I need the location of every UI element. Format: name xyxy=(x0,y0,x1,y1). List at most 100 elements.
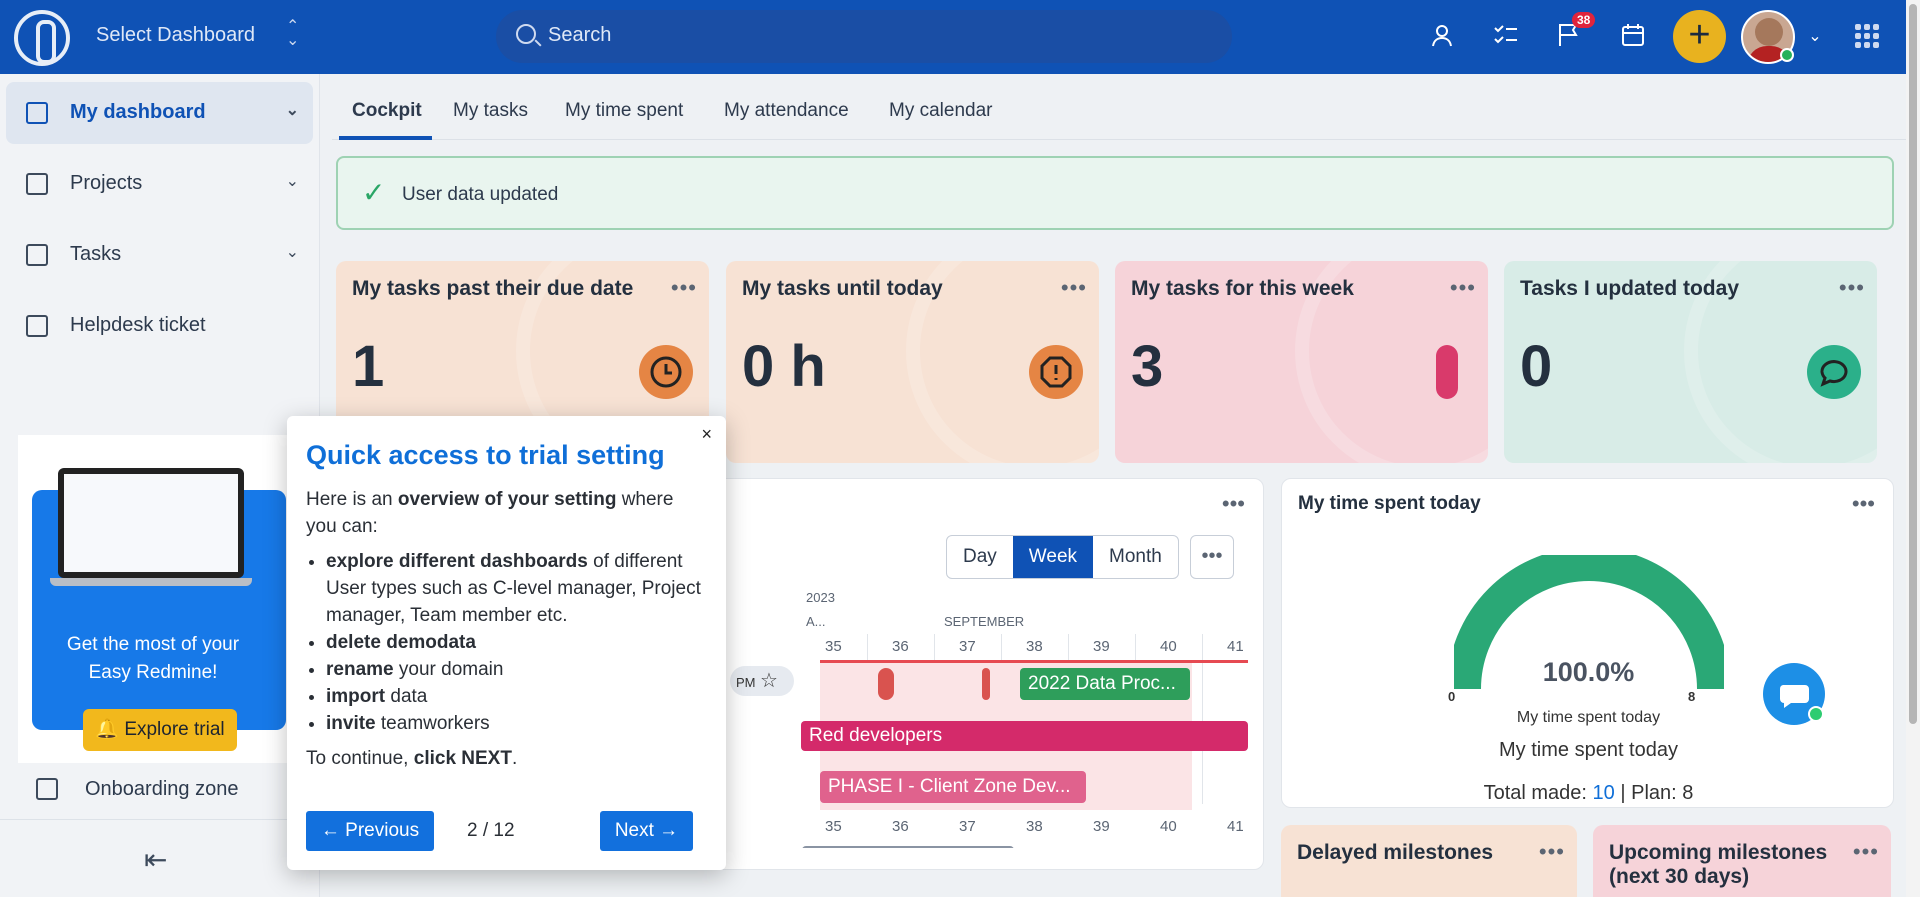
flash-text: User data updated xyxy=(402,184,559,205)
previous-button[interactable]: ← Previous xyxy=(306,811,434,851)
sidebar-item-tasks[interactable]: Tasks ⌄ xyxy=(6,224,313,286)
card-upcoming-milestones[interactable]: Upcoming milestones (next 30 days) ••• xyxy=(1593,825,1891,897)
top-bar: Select Dashboard ⌃⌄ 38 + ⌄ xyxy=(0,0,1920,74)
sidebar-item-projects[interactable]: Projects ⌄ xyxy=(6,153,313,215)
more-icon[interactable]: ••• xyxy=(1450,275,1476,301)
card-delayed-milestones[interactable]: Delayed milestones ••• xyxy=(1281,825,1577,897)
card-title-line-2: (next 30 days) xyxy=(1609,865,1750,888)
week-41: 41 xyxy=(1227,638,1244,655)
chat-online-dot xyxy=(1808,706,1824,722)
more-icon[interactable]: ••• xyxy=(1839,275,1865,301)
total-line: Total made: 10 | Plan: 8 xyxy=(1282,782,1895,805)
sidebar-item-my-dashboard[interactable]: My dashboard ⌄ xyxy=(6,82,313,144)
week-39: 39 xyxy=(1093,818,1110,835)
bar-phase-one[interactable]: PHASE I - Client Zone Dev... xyxy=(820,771,1086,803)
week-36: 36 xyxy=(892,818,909,835)
online-status-dot xyxy=(1780,48,1794,62)
user-icon[interactable] xyxy=(1427,22,1457,52)
week-40: 40 xyxy=(1160,638,1177,655)
bar-data-proc[interactable]: 2022 Data Proc... xyxy=(1020,668,1190,700)
sidebar-item-label: Helpdesk ticket xyxy=(70,314,206,336)
sidebar-item-label: Projects xyxy=(70,172,143,194)
dashboard-icon xyxy=(26,102,48,124)
card-title: My tasks until today xyxy=(742,277,943,300)
card-updated-today[interactable]: Tasks I updated today ••• 0 xyxy=(1504,261,1877,463)
chevron-down-icon[interactable]: ⌄ xyxy=(286,171,299,191)
logo-icon[interactable] xyxy=(14,10,70,66)
week-37: 37 xyxy=(959,818,976,835)
week-40: 40 xyxy=(1160,818,1177,835)
tab-my-attendance[interactable]: My attendance xyxy=(724,100,849,122)
tab-cockpit[interactable]: Cockpit xyxy=(352,100,422,122)
chevron-down-icon[interactable]: ⌄ xyxy=(1800,22,1830,52)
active-tab-indicator xyxy=(339,136,432,140)
notification-badge: 38 xyxy=(1572,12,1596,28)
apps-grid-icon[interactable] xyxy=(1855,24,1879,48)
helpdesk-icon xyxy=(26,315,48,337)
explore-trial-button[interactable]: 🔔 Explore trial xyxy=(83,709,237,751)
gantt-marker[interactable] xyxy=(982,668,990,700)
card-title: My tasks past their due date xyxy=(352,277,634,300)
sidebar-item-onboarding[interactable]: Onboarding zone xyxy=(0,760,320,820)
more-icon[interactable]: ••• xyxy=(671,275,697,301)
page-scrollbar[interactable] xyxy=(1906,0,1920,897)
week-35: 35 xyxy=(825,818,842,835)
card-title: Delayed milestones xyxy=(1297,841,1494,864)
tab-my-tasks[interactable]: My tasks xyxy=(453,100,528,122)
add-button[interactable]: + xyxy=(1673,10,1726,63)
select-dashboard[interactable]: Select Dashboard xyxy=(96,24,255,47)
sidebar-item-label: My dashboard xyxy=(70,101,206,123)
bar-red-developers[interactable]: Red developers xyxy=(801,721,1248,751)
view-switcher: Day Week Month xyxy=(946,535,1179,579)
week-37: 37 xyxy=(959,638,976,655)
total-value[interactable]: 10 xyxy=(1593,782,1615,804)
star-icon[interactable]: ☆ xyxy=(760,668,778,693)
more-icon[interactable]: ••• xyxy=(1539,839,1565,865)
card-until-today[interactable]: My tasks until today ••• 0 h xyxy=(726,261,1099,463)
gantt-marker[interactable] xyxy=(878,668,894,700)
next-button[interactable]: Next → xyxy=(600,811,693,851)
laptop-illustration xyxy=(50,468,252,586)
search-bar[interactable] xyxy=(496,10,1232,63)
horizontal-scrollbar[interactable] xyxy=(802,846,1014,848)
collapse-sidebar-icon[interactable]: ⇤ xyxy=(144,843,167,876)
chevron-down-icon[interactable]: ⌄ xyxy=(286,242,299,262)
card-this-week[interactable]: My tasks for this week ••• 3 xyxy=(1115,261,1488,463)
planner-options-button[interactable]: ••• xyxy=(1190,535,1234,579)
pm-chip: PM ☆ xyxy=(730,666,794,696)
promo-text: Get the most of your Easy Redmine! xyxy=(18,631,288,687)
updown-chevron-icon[interactable]: ⌃ ⌄ xyxy=(286,19,299,49)
check-icon: ✓ xyxy=(362,177,386,208)
sidebar-item-helpdesk[interactable]: Helpdesk ticket xyxy=(6,295,313,357)
chevron-down-icon[interactable]: ⌄ xyxy=(286,100,299,120)
more-icon[interactable]: ••• xyxy=(1852,491,1875,517)
alert-icon xyxy=(1029,345,1083,399)
page-indicator: 2 / 12 xyxy=(467,820,515,841)
view-day-button[interactable]: Day xyxy=(947,536,1013,578)
pm-label: PM xyxy=(736,675,756,690)
checklist-icon[interactable] xyxy=(1491,22,1521,52)
card-title: My tasks for this week xyxy=(1131,277,1354,300)
card-value: 3 xyxy=(1131,334,1164,399)
total-label: Total made: xyxy=(1483,782,1587,804)
gantt-month: SEPTEMBER xyxy=(944,614,1025,629)
plan-label: | Plan: 8 xyxy=(1620,782,1694,804)
close-icon[interactable]: × xyxy=(701,424,712,445)
view-week-button[interactable]: Week xyxy=(1012,536,1094,578)
clock-icon xyxy=(639,345,693,399)
week-39: 39 xyxy=(1093,638,1110,655)
gauge-max: 8 xyxy=(1688,689,1696,704)
week-41: 41 xyxy=(1227,818,1244,835)
more-icon[interactable]: ••• xyxy=(1853,839,1879,865)
tab-my-time-spent[interactable]: My time spent xyxy=(565,100,683,122)
card-title: Upcoming milestones (next 30 days) xyxy=(1609,841,1827,889)
card-value: 0 xyxy=(1520,334,1553,399)
calendar-icon[interactable] xyxy=(1618,22,1648,52)
more-icon[interactable]: ••• xyxy=(1222,491,1245,517)
card-title: Tasks I updated today xyxy=(1520,277,1739,300)
more-icon[interactable]: ••• xyxy=(1061,275,1087,301)
view-month-button[interactable]: Month xyxy=(1093,536,1178,578)
flash-message: ✓ User data updated xyxy=(336,156,1894,230)
tab-my-calendar[interactable]: My calendar xyxy=(889,100,993,122)
search-input[interactable] xyxy=(548,24,1148,47)
